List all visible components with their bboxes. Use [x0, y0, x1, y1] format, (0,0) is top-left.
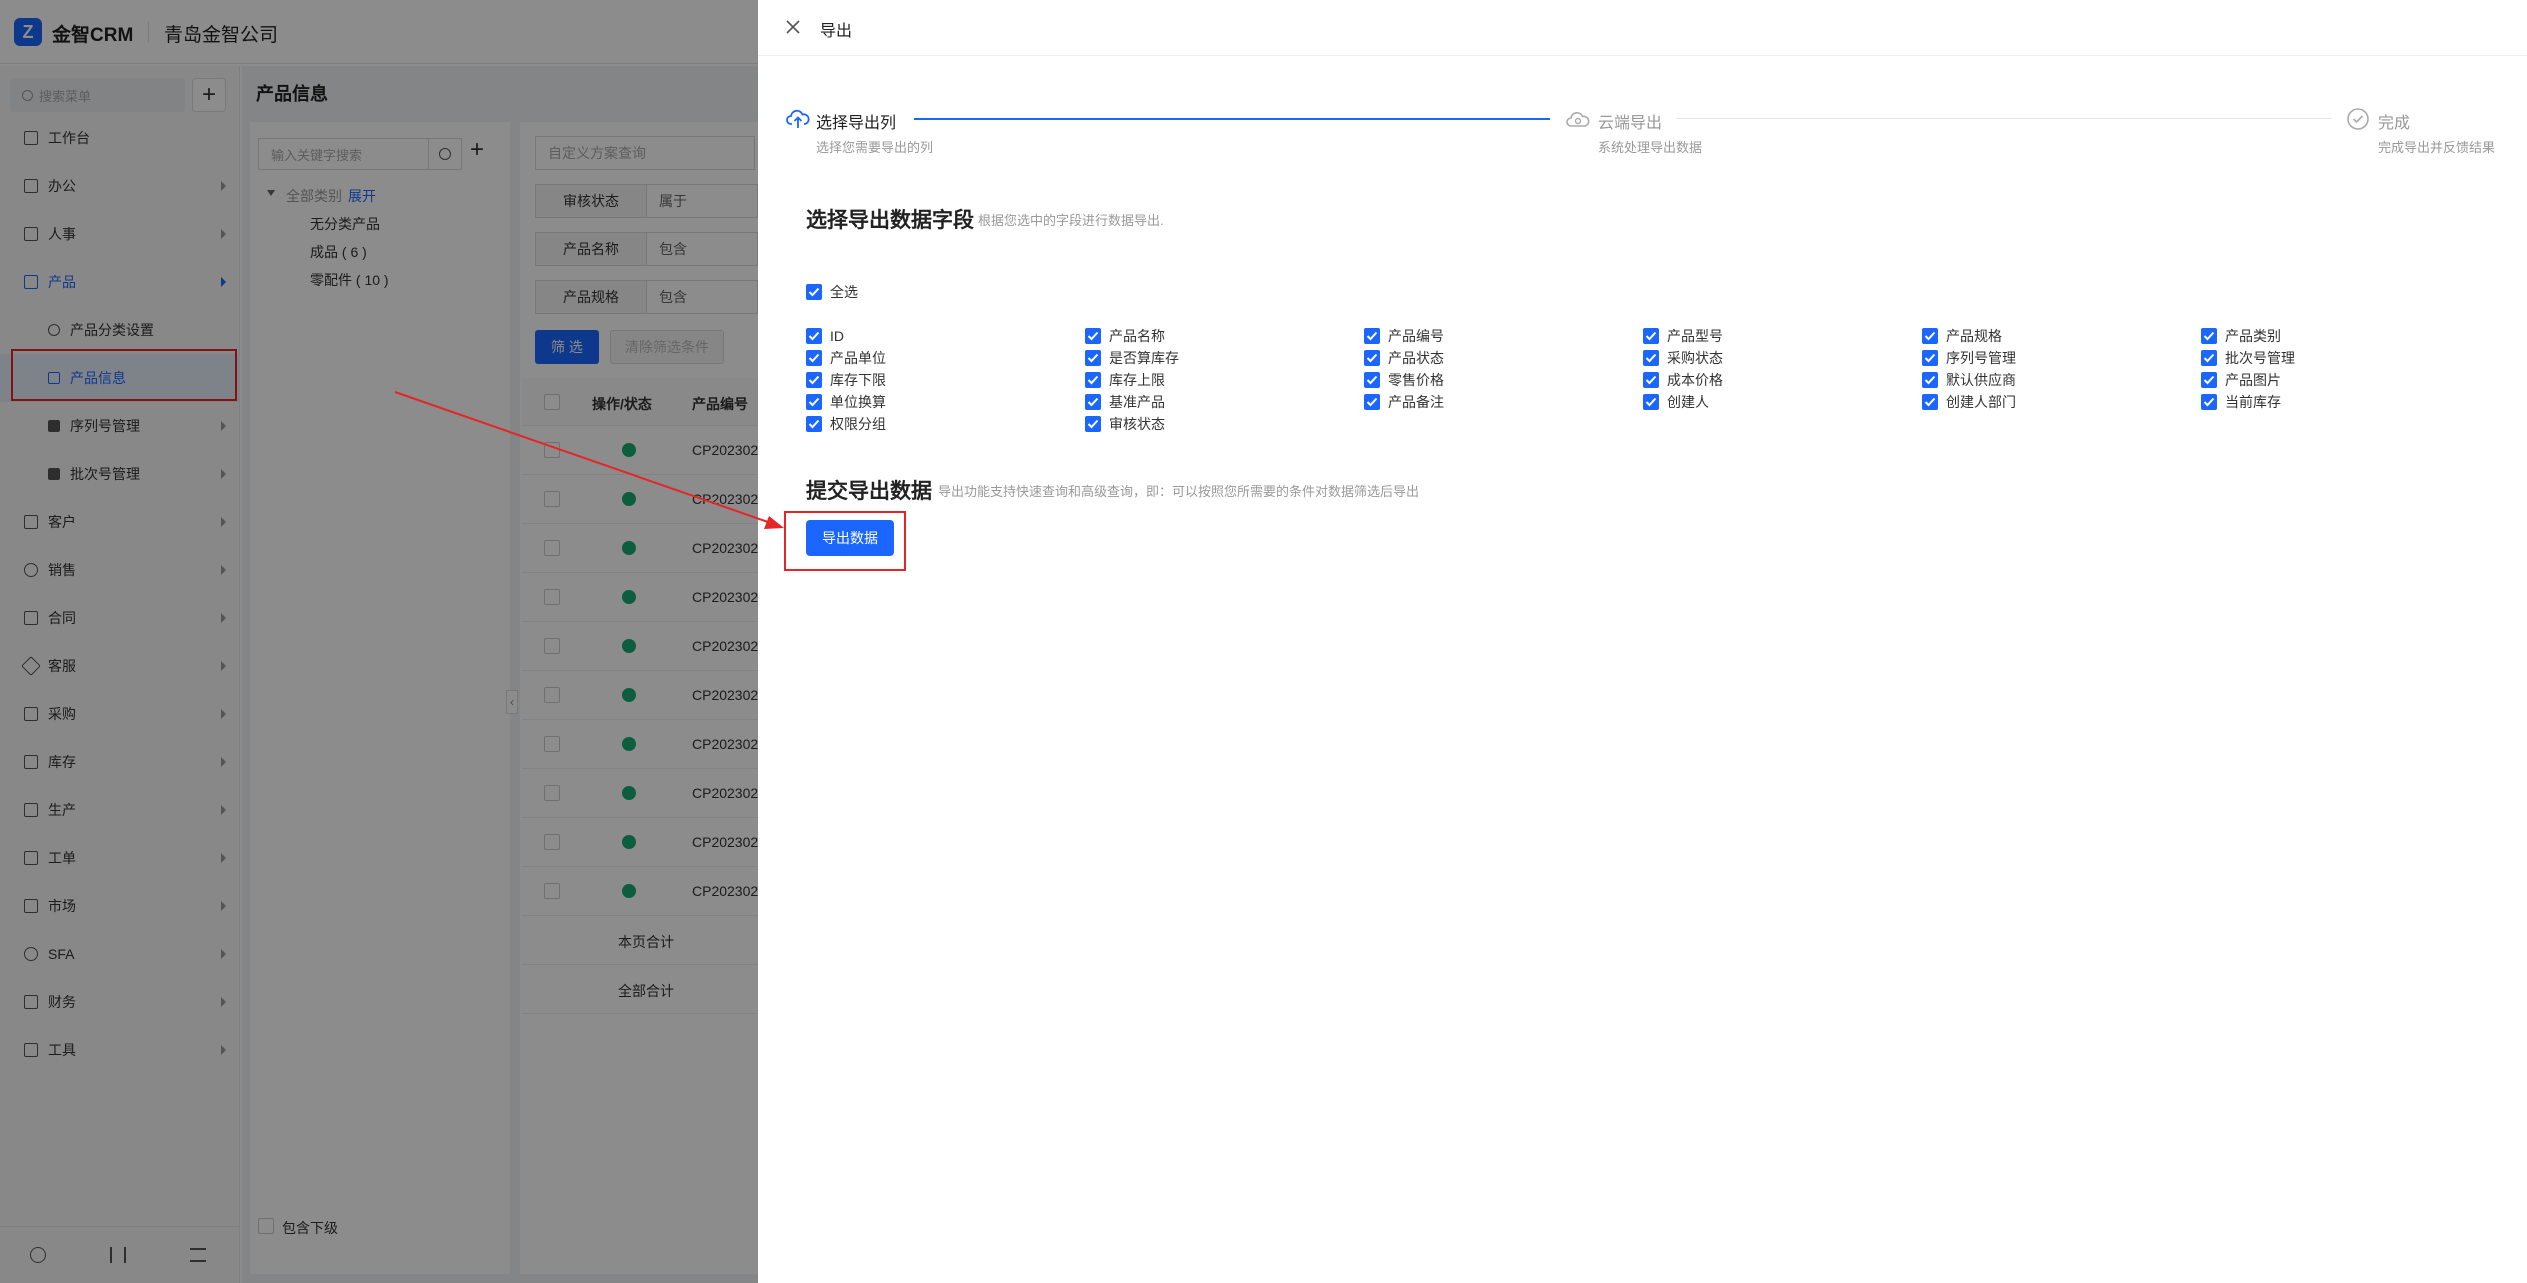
- arrow-head: [764, 516, 784, 529]
- arrow-line: [394, 391, 769, 523]
- annotation-arrow: [394, 391, 784, 529]
